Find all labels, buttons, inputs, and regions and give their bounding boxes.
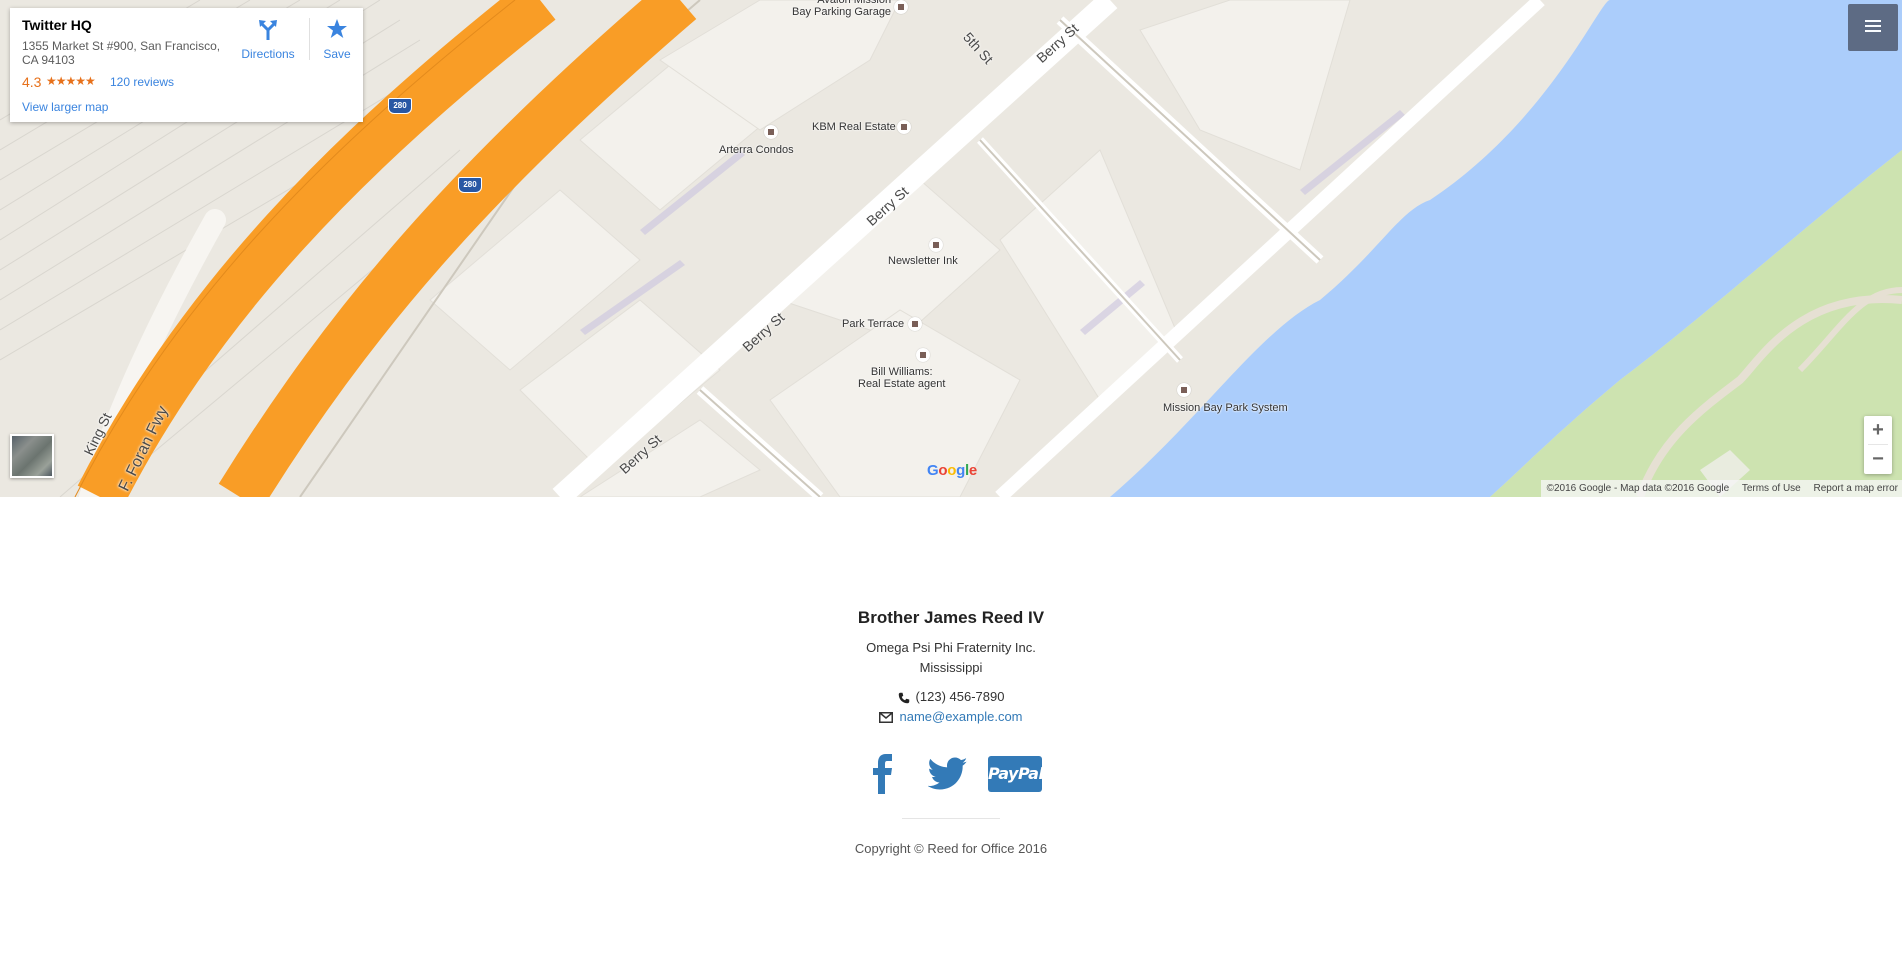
embedded-map[interactable]: 280 280 5th St Berry St Berry St Berry S… [0, 0, 1902, 497]
envelope-icon [879, 712, 894, 724]
email-line: name@example.com [0, 709, 1902, 724]
phone-line: (123) 456-7890 [0, 689, 1902, 704]
place-info-card: Twitter HQ 1355 Market St #900, San Fran… [10, 8, 363, 122]
phone-icon [898, 692, 909, 703]
poi-marker[interactable] [908, 317, 922, 331]
email-link[interactable]: name@example.com [899, 709, 1022, 724]
directions-button[interactable]: Directions [238, 18, 298, 61]
terms-of-use-link[interactable]: Terms of Use [1742, 483, 1801, 494]
map-data-credit: ©2016 Google - Map data ©2016 Google [1546, 483, 1730, 494]
contact-footer: Brother James Reed IV Omega Psi Phi Frat… [0, 497, 1902, 964]
poi-label-parking[interactable]: Avalon Mission Bay Parking Garage [792, 0, 891, 18]
poi-marker[interactable] [916, 348, 930, 362]
poi-label-kbm[interactable]: KBM Real Estate [812, 121, 896, 133]
zoom-control: + − [1864, 416, 1892, 474]
poi-marker[interactable] [1177, 383, 1191, 397]
poi-label-newsletter[interactable]: Newsletter Ink [888, 255, 958, 267]
poi-label-bill-williams[interactable]: Bill Williams: Real Estate agent [858, 366, 945, 390]
view-larger-map-link[interactable]: View larger map [22, 100, 108, 114]
card-divider [309, 18, 310, 60]
map-attribution: ©2016 Google - Map data ©2016 Google Ter… [1540, 480, 1902, 497]
poi-label-arterra[interactable]: Arterra Condos [719, 144, 794, 156]
rating-stars: ★★★★★ [46, 74, 96, 88]
menu-icon [1865, 20, 1881, 35]
place-address: 1355 Market St #900, San Francisco, CA 9… [22, 39, 221, 67]
paypal-button[interactable]: PayPal [988, 756, 1044, 792]
satellite-view-toggle[interactable] [10, 434, 54, 478]
save-button[interactable]: Save [315, 18, 359, 61]
phone-number: (123) 456-7890 [915, 689, 1005, 704]
report-map-error-link[interactable]: Report a map error [1814, 483, 1898, 494]
poi-marker[interactable] [894, 0, 908, 14]
interstate-280-shield: 280 [458, 177, 482, 193]
copyright-text: Copyright © Reed for Office 2016 [854, 841, 1048, 856]
zoom-in-button[interactable]: + [1864, 416, 1892, 444]
social-links: PayPal [868, 754, 1048, 794]
directions-icon [259, 20, 277, 40]
twitter-icon[interactable] [927, 756, 968, 792]
facebook-icon[interactable] [868, 754, 898, 794]
zoom-out-button[interactable]: − [1864, 445, 1892, 473]
poi-marker[interactable] [764, 125, 778, 139]
interstate-280-shield: 280 [388, 98, 412, 114]
poi-label-mission-bay[interactable]: Mission Bay Park System [1163, 402, 1288, 414]
person-name: Brother James Reed IV [857, 608, 1045, 627]
star-icon [327, 19, 347, 38]
state-name: Mississippi [919, 660, 983, 675]
poi-marker[interactable] [929, 238, 943, 252]
google-logo[interactable]: Google [927, 462, 977, 479]
place-name: Twitter HQ [22, 17, 92, 33]
save-label: Save [323, 47, 351, 61]
map-menu-button[interactable] [1848, 4, 1898, 51]
poi-label-park-terrace[interactable]: Park Terrace [842, 318, 904, 330]
directions-label: Directions [241, 47, 295, 61]
organization-name: Omega Psi Phi Fraternity Inc. [866, 640, 1036, 655]
footer-divider [902, 818, 1000, 819]
reviews-link[interactable]: 120 reviews [110, 75, 174, 89]
rating-value: 4.3 [22, 74, 42, 90]
poi-marker[interactable] [897, 120, 911, 134]
